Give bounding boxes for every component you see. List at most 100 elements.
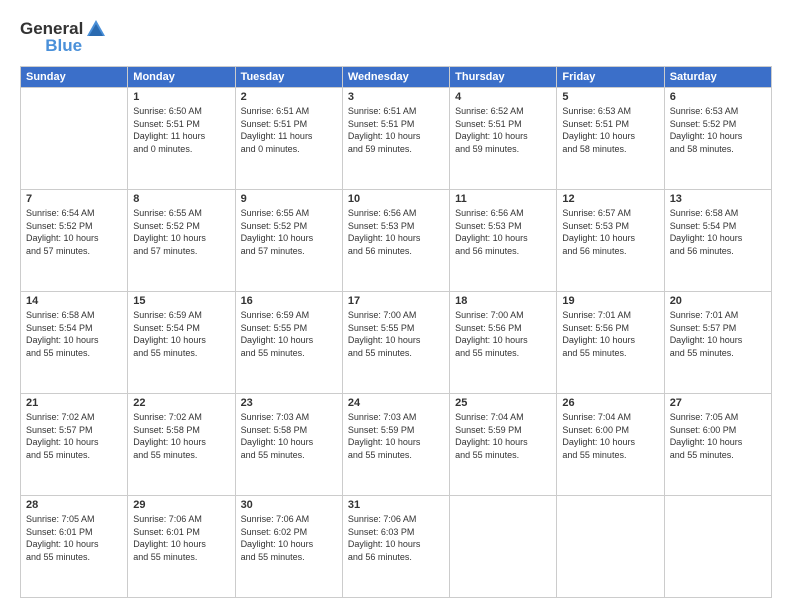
- cell-info: Sunset: 5:51 PM: [562, 118, 658, 131]
- cell-info: Sunrise: 6:52 AM: [455, 105, 551, 118]
- calendar-cell: 22Sunrise: 7:02 AMSunset: 5:58 PMDayligh…: [128, 394, 235, 496]
- calendar-cell: 24Sunrise: 7:03 AMSunset: 5:59 PMDayligh…: [342, 394, 449, 496]
- calendar-cell: [450, 496, 557, 598]
- day-number: 23: [241, 397, 337, 409]
- cell-info: Sunrise: 7:03 AM: [348, 411, 444, 424]
- day-number: 28: [26, 499, 122, 511]
- cell-info: and 55 minutes.: [241, 551, 337, 564]
- cell-info: Sunrise: 6:51 AM: [348, 105, 444, 118]
- calendar-cell: 30Sunrise: 7:06 AMSunset: 6:02 PMDayligh…: [235, 496, 342, 598]
- week-row-5: 28Sunrise: 7:05 AMSunset: 6:01 PMDayligh…: [21, 496, 772, 598]
- cell-info: Daylight: 10 hours: [241, 334, 337, 347]
- day-number: 19: [562, 295, 658, 307]
- cell-info: Daylight: 10 hours: [241, 538, 337, 551]
- cell-info: Daylight: 10 hours: [562, 232, 658, 245]
- cell-info: Sunrise: 6:55 AM: [241, 207, 337, 220]
- cell-info: Daylight: 10 hours: [348, 232, 444, 245]
- weekday-header-wednesday: Wednesday: [342, 67, 449, 88]
- week-row-3: 14 Sunrise: 6:58 AM Sunset: 5:54 PM Dayligh…: [21, 292, 772, 394]
- cell-info: Sunset: 5:59 PM: [455, 424, 551, 437]
- cell-info: Sunset: 5:59 PM: [348, 424, 444, 437]
- cell-info: Sunset: 6:00 PM: [562, 424, 658, 437]
- day-number: 26: [562, 397, 658, 409]
- cell-info: Sunrise: 6:53 AM: [562, 105, 658, 118]
- cell-info: Sunset: 6:02 PM: [241, 526, 337, 539]
- cell-info: Daylight: 10 hours: [562, 436, 658, 449]
- cell-info: Sunrise: 6:55 AM: [133, 207, 229, 220]
- week-row-4: 21Sunrise: 7:02 AMSunset: 5:57 PMDayligh…: [21, 394, 772, 496]
- cell-info: Sunrise: 6:56 AM: [455, 207, 551, 220]
- week-row-2: 7Sunrise: 6:54 AMSunset: 5:52 PMDaylight…: [21, 190, 772, 292]
- cell-info: and 55 minutes.: [670, 347, 766, 360]
- cell-info: and 55 minutes.: [133, 551, 229, 564]
- cell-info: Sunrise: 6:59 AM: [241, 309, 337, 322]
- cell-info: and 56 minutes.: [455, 245, 551, 258]
- calendar-cell: 10Sunrise: 6:56 AMSunset: 5:53 PMDayligh…: [342, 190, 449, 292]
- cell-info: Sunset: 5:58 PM: [133, 424, 229, 437]
- calendar-cell: 15Sunrise: 6:59 AMSunset: 5:54 PMDayligh…: [128, 292, 235, 394]
- cell-info: and 55 minutes.: [562, 347, 658, 360]
- cell-info: Sunset: 5:54 PM: [133, 322, 229, 335]
- calendar-cell: 7Sunrise: 6:54 AMSunset: 5:52 PMDaylight…: [21, 190, 128, 292]
- calendar-cell: 8Sunrise: 6:55 AMSunset: 5:52 PMDaylight…: [128, 190, 235, 292]
- cell-info: Sunset: 5:53 PM: [348, 220, 444, 233]
- week-row-1: 1Sunrise: 6:50 AMSunset: 5:51 PMDaylight…: [21, 88, 772, 190]
- cell-info: Daylight: 10 hours: [348, 130, 444, 143]
- calendar-cell: 19Sunrise: 7:01 AMSunset: 5:56 PMDayligh…: [557, 292, 664, 394]
- calendar-cell: 28Sunrise: 7:05 AMSunset: 6:01 PMDayligh…: [21, 496, 128, 598]
- calendar-cell: 1Sunrise: 6:50 AMSunset: 5:51 PMDaylight…: [128, 88, 235, 190]
- cell-info: Sunrise: 6:54 AM: [26, 207, 122, 220]
- cell-info: Sunset: 5:55 PM: [241, 322, 337, 335]
- cell-info: Sunrise: 6:58 AM: [26, 309, 122, 322]
- day-number: 21: [26, 397, 122, 409]
- cell-info: and 55 minutes.: [241, 449, 337, 462]
- cell-info: and 57 minutes.: [26, 245, 122, 258]
- day-number: 17: [348, 295, 444, 307]
- cell-info: and 57 minutes.: [133, 245, 229, 258]
- calendar-cell: 25Sunrise: 7:04 AMSunset: 5:59 PMDayligh…: [450, 394, 557, 496]
- calendar-cell: 16Sunrise: 6:59 AMSunset: 5:55 PMDayligh…: [235, 292, 342, 394]
- cell-info: Daylight: 10 hours: [348, 436, 444, 449]
- calendar-cell: 26Sunrise: 7:04 AMSunset: 6:00 PMDayligh…: [557, 394, 664, 496]
- cell-info: Sunset: 6:00 PM: [670, 424, 766, 437]
- calendar-cell: 17Sunrise: 7:00 AMSunset: 5:55 PMDayligh…: [342, 292, 449, 394]
- cell-info: Daylight: 10 hours: [241, 436, 337, 449]
- day-number: 20: [670, 295, 766, 307]
- calendar-cell: 29Sunrise: 7:06 AMSunset: 6:01 PMDayligh…: [128, 496, 235, 598]
- cell-info: Daylight: 10 hours: [562, 130, 658, 143]
- calendar-cell: 5Sunrise: 6:53 AMSunset: 5:51 PMDaylight…: [557, 88, 664, 190]
- cell-info: Daylight: 10 hours: [26, 436, 122, 449]
- day-number: 1: [133, 91, 229, 103]
- cell-info: Sunset: 5:58 PM: [241, 424, 337, 437]
- calendar-cell: 27Sunrise: 7:05 AMSunset: 6:00 PMDayligh…: [664, 394, 771, 496]
- cell-info: Daylight: 10 hours: [670, 334, 766, 347]
- weekday-header-row: SundayMondayTuesdayWednesdayThursdayFrid…: [21, 67, 772, 88]
- cell-info: Daylight: 10 hours: [26, 538, 122, 551]
- cell-info: and 55 minutes.: [348, 347, 444, 360]
- day-number: 2: [241, 91, 337, 103]
- day-number: 12: [562, 193, 658, 205]
- calendar-cell: 18Sunrise: 7:00 AMSunset: 5:56 PMDayligh…: [450, 292, 557, 394]
- day-number: 15: [133, 295, 229, 307]
- day-number: 14: [26, 295, 122, 307]
- cell-info: and 59 minutes.: [455, 143, 551, 156]
- cell-info: and 55 minutes.: [241, 347, 337, 360]
- cell-info: Sunrise: 7:02 AM: [26, 411, 122, 424]
- day-number: 10: [348, 193, 444, 205]
- cell-info: and 58 minutes.: [562, 143, 658, 156]
- logo-blue: Blue: [45, 36, 82, 56]
- calendar-cell: 14Sunrise: 6:58 AMSunset: 5:54 PMDayligh…: [21, 292, 128, 394]
- calendar-cell: [664, 496, 771, 598]
- calendar-table: SundayMondayTuesdayWednesdayThursdayFrid…: [20, 66, 772, 598]
- cell-info: and 55 minutes.: [670, 449, 766, 462]
- cell-info: Daylight: 10 hours: [348, 538, 444, 551]
- cell-info: Daylight: 10 hours: [455, 334, 551, 347]
- cell-info: Sunset: 5:52 PM: [133, 220, 229, 233]
- cell-info: Sunset: 5:56 PM: [455, 322, 551, 335]
- day-number: 4: [455, 91, 551, 103]
- cell-info: Daylight: 10 hours: [26, 334, 122, 347]
- cell-info: Daylight: 10 hours: [562, 334, 658, 347]
- cell-info: Daylight: 11 hours: [241, 130, 337, 143]
- cell-info: Sunrise: 7:03 AM: [241, 411, 337, 424]
- cell-info: Sunset: 5:55 PM: [348, 322, 444, 335]
